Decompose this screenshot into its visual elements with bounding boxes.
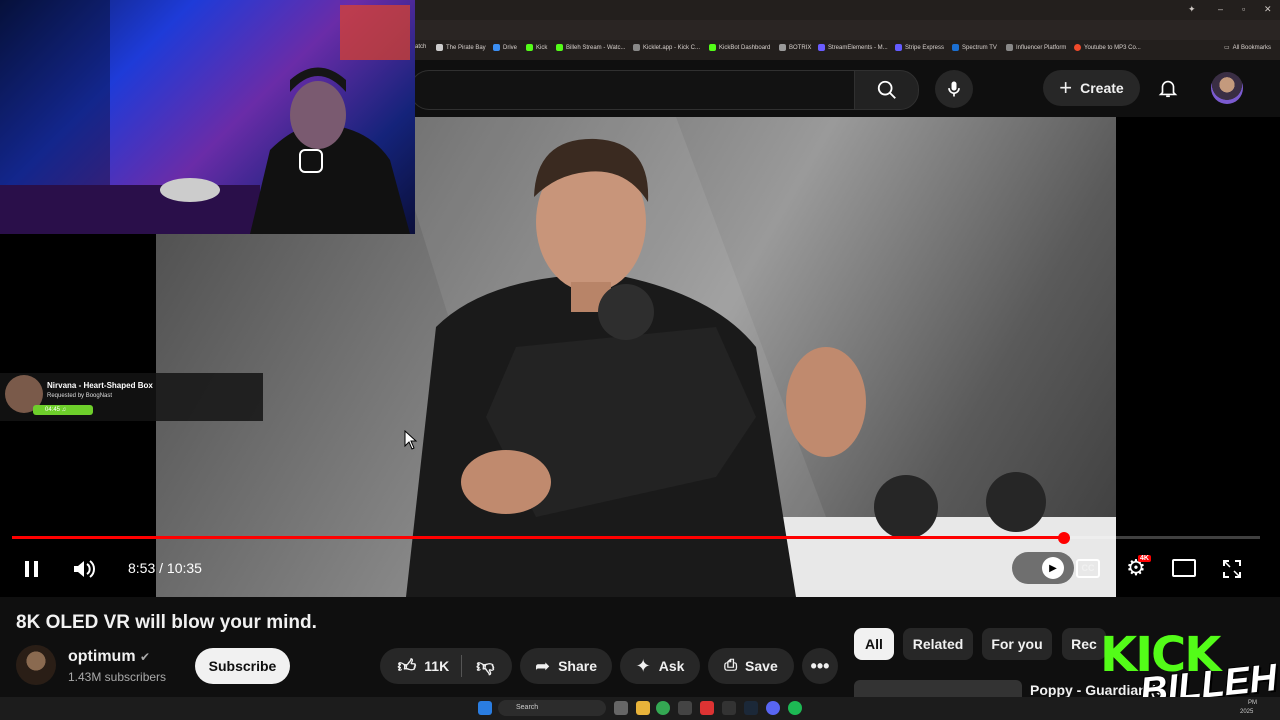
more-horizontal-icon: •••	[810, 655, 830, 676]
subscriber-count: 1.43M subscribers	[68, 670, 167, 684]
app-icon[interactable]	[722, 701, 736, 715]
steam-icon[interactable]	[744, 701, 758, 715]
chrome-icon[interactable]	[656, 701, 670, 715]
requested-by: Requested by BoogNast	[47, 393, 113, 399]
share-label: Share	[558, 658, 597, 674]
search-button[interactable]	[854, 70, 919, 110]
chip-all[interactable]: All	[854, 628, 894, 660]
channel-name[interactable]: optimum ✔	[68, 648, 150, 666]
volume-button[interactable]	[70, 556, 98, 582]
search-icon	[877, 80, 896, 99]
bookmark-item[interactable]: atch	[415, 44, 426, 50]
fullscreen-icon	[1223, 560, 1241, 578]
bookmark-item[interactable]: Influencer Platform	[1006, 44, 1066, 51]
bookmark-icon: ⎙	[724, 657, 738, 674]
time-display: 8:53 / 10:35	[128, 560, 202, 576]
channel-name-text: optimum	[68, 648, 136, 665]
share-button[interactable]: ➦ Share	[520, 648, 612, 684]
song-request-overlay: Nirvana - Heart-Shaped Box Requested by …	[0, 373, 263, 421]
song-title: Nirvana - Heart-Shaped Box	[47, 381, 153, 390]
bookmark-item[interactable]: Billeh Stream - Watc...	[556, 44, 625, 51]
autoplay-toggle[interactable]: ▶	[1012, 552, 1074, 584]
pause-button[interactable]	[18, 556, 46, 582]
thumbs-down-icon: 👎︎	[476, 656, 495, 676]
taskbar-date: 2025	[1240, 709, 1254, 715]
app-icon[interactable]	[700, 701, 714, 715]
plus-icon: +	[1059, 75, 1073, 100]
verified-icon: ✔	[140, 650, 151, 664]
bookmark-item[interactable]: Kick	[526, 44, 547, 51]
theater-icon	[1172, 559, 1196, 577]
folder-icon: ▭	[1224, 45, 1230, 51]
pause-icon	[25, 561, 38, 577]
song-time: 04:45	[45, 407, 61, 413]
fullscreen-button[interactable]	[1218, 556, 1246, 582]
share-icon: ➦	[534, 655, 551, 676]
bookmark-item[interactable]: Stripe Express	[895, 44, 944, 51]
streamer-webcam-overlay	[0, 0, 415, 234]
spotify-icon[interactable]	[788, 701, 802, 715]
like-dislike-group: 👍︎ 11K 👎︎	[380, 648, 512, 684]
file-explorer-icon[interactable]	[636, 701, 650, 715]
all-bookmarks[interactable]: ▭ All Bookmarks	[1224, 44, 1271, 52]
taskbar-clock: PM	[1248, 700, 1257, 706]
taskbar-search[interactable]: Search	[498, 700, 606, 716]
captions-button[interactable]: CC	[1074, 556, 1102, 580]
subscribe-button[interactable]: Subscribe	[195, 648, 290, 684]
volume-icon	[74, 560, 95, 578]
theater-mode-button[interactable]	[1170, 556, 1198, 580]
notifications-button[interactable]	[1152, 72, 1184, 104]
bookmark-item[interactable]: Kicklet.app - Kick C...	[633, 44, 700, 51]
like-button[interactable]: 👍︎ 11K	[397, 655, 463, 677]
chip-related[interactable]: Related	[903, 628, 973, 660]
taskbar-search-placeholder: Search	[516, 704, 539, 711]
bookmark-item[interactable]: Spectrum TV	[952, 44, 997, 51]
task-view-icon[interactable]	[614, 701, 628, 715]
webcam-image	[0, 0, 410, 234]
search-input[interactable]	[410, 70, 855, 110]
account-avatar[interactable]	[1211, 72, 1243, 104]
save-label: Save	[745, 658, 778, 674]
chip-for-you[interactable]: For you	[982, 628, 1052, 660]
more-actions-button[interactable]: •••	[802, 648, 838, 684]
ask-label: Ask	[658, 658, 685, 674]
bookmark-item[interactable]: KickBot Dashboard	[709, 44, 770, 51]
bookmark-item[interactable]: Drive	[493, 44, 517, 51]
app-icon[interactable]	[678, 701, 692, 715]
sparkle-icon: ✦	[635, 655, 651, 676]
maximize-icon[interactable]: ▫	[1242, 4, 1245, 14]
bookmark-item[interactable]: The Pirate Bay	[436, 44, 486, 51]
bell-icon	[1158, 80, 1178, 98]
channel-avatar[interactable]	[16, 645, 56, 685]
mouse-cursor-icon	[404, 430, 418, 450]
bookmark-item[interactable]: StreamElements - M...	[818, 44, 888, 51]
thumbs-up-icon: 👍︎	[397, 656, 417, 676]
dislike-button[interactable]: 👎︎	[470, 655, 494, 677]
cc-icon: CC	[1076, 558, 1100, 578]
save-button[interactable]: ⎙ Save	[708, 648, 794, 684]
create-button[interactable]: + Create	[1043, 70, 1140, 106]
minimize-icon[interactable]: –	[1218, 4, 1223, 14]
settings-button[interactable]: ⚙ 4K	[1122, 555, 1151, 581]
voice-search-button[interactable]	[935, 70, 973, 108]
discord-icon[interactable]	[766, 701, 780, 715]
start-icon[interactable]	[478, 701, 492, 715]
play-icon: ▶	[1042, 557, 1064, 579]
bookmark-item[interactable]: Youtube to MP3 Co...	[1074, 44, 1141, 51]
quality-badge: 4K	[1138, 555, 1151, 562]
like-count: 11K	[424, 658, 450, 674]
new-tab-icon[interactable]: ✦	[1188, 4, 1196, 15]
progress-played	[12, 536, 1064, 539]
ask-button[interactable]: ✦ Ask	[620, 648, 700, 684]
bookmark-item[interactable]: BOTRIX	[779, 44, 811, 51]
create-label: Create	[1080, 80, 1124, 96]
video-title: 8K OLED VR will blow your mind.	[16, 612, 317, 633]
recommended-thumbnail[interactable]	[854, 680, 1022, 698]
song-time-badge: 04:45 ♫	[33, 405, 93, 415]
microphone-icon	[948, 81, 960, 97]
close-icon[interactable]: ✕	[1264, 4, 1272, 15]
progress-scrubber[interactable]	[1058, 532, 1070, 544]
